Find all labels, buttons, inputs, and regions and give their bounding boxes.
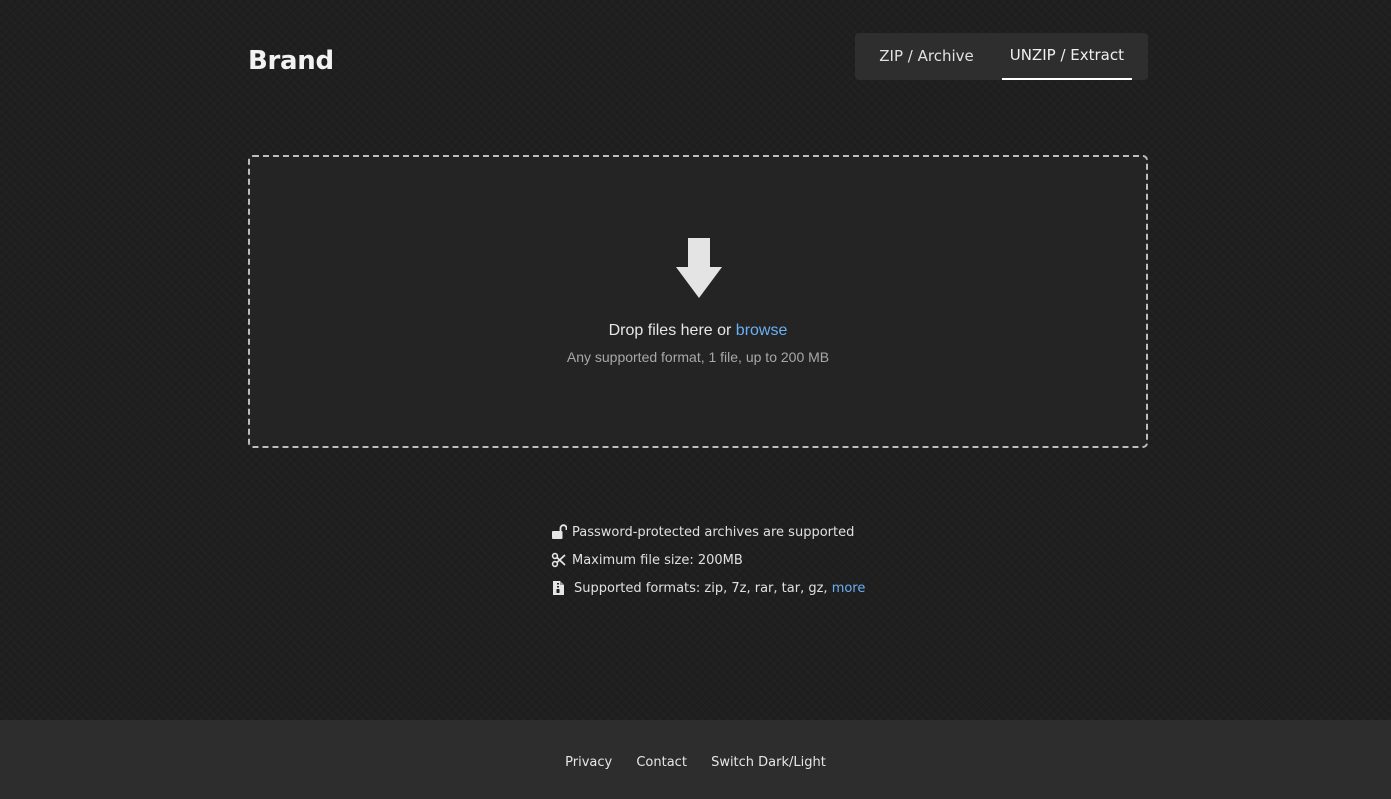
file-archive-icon xyxy=(553,581,564,595)
tab-unzip-extract[interactable]: UNZIP / Extract xyxy=(1001,33,1132,80)
brand-logo[interactable]: Brand xyxy=(248,44,334,78)
tab-zip-archive[interactable]: ZIP / Archive xyxy=(863,33,985,80)
unlock-icon xyxy=(552,524,567,539)
drop-prompt: Drop files here or browse xyxy=(250,321,1146,341)
footer-link-privacy[interactable]: Privacy xyxy=(565,755,612,770)
footer-link-theme-toggle[interactable]: Switch Dark/Light xyxy=(711,755,826,770)
more-formats-link[interactable]: more xyxy=(832,581,866,596)
feature-password: Password-protected archives are supporte… xyxy=(551,518,871,546)
scissors-icon xyxy=(551,552,566,568)
mode-tabs: ZIP / Archive UNZIP / Extract xyxy=(855,33,1148,80)
download-arrow-icon xyxy=(676,238,722,298)
footer-link-contact[interactable]: Contact xyxy=(636,755,687,770)
footer-links: Privacy Contact Switch Dark/Light xyxy=(0,754,1391,772)
feature-formats: Supported formats: zip, 7z, rar, tar, gz… xyxy=(551,574,871,602)
header: Brand ZIP / Archive UNZIP / Extract xyxy=(248,33,1148,81)
feature-max-size: Maximum file size: 200MB xyxy=(551,546,871,574)
drop-prompt-text: Drop files here or xyxy=(608,322,732,339)
feature-max-size-text: Maximum file size: 200MB xyxy=(572,552,743,568)
browse-link[interactable]: browse xyxy=(736,322,788,339)
drop-hint: Any supported format, 1 file, up to 200 … xyxy=(566,349,830,365)
feature-list: Password-protected archives are supporte… xyxy=(551,518,871,602)
file-dropzone[interactable]: Drop files here or browse Any supported … xyxy=(248,155,1148,448)
feature-formats-text: Supported formats: zip, 7z, rar, tar, gz… xyxy=(574,580,828,596)
footer: Privacy Contact Switch Dark/Light xyxy=(0,720,1391,799)
feature-password-text: Password-protected archives are supporte… xyxy=(572,524,855,540)
